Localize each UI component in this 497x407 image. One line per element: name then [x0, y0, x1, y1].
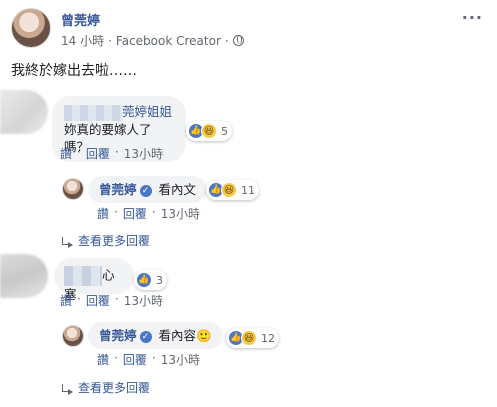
- reply-actions: 讚 · 回覆 · 13小時: [97, 205, 200, 222]
- verified-icon: ✓: [139, 184, 152, 197]
- comment-actions: 讚 · 回覆 · 13小時: [60, 145, 163, 162]
- more-replies-label[interactable]: 查看更多回覆: [78, 232, 150, 249]
- reply-link[interactable]: 回覆: [86, 145, 110, 162]
- verified-icon: ✓: [139, 330, 152, 343]
- reply-avatar[interactable]: [62, 325, 84, 347]
- reply-link[interactable]: 回覆: [86, 292, 110, 309]
- comment-time[interactable]: 13小時: [124, 292, 163, 309]
- reply-actions: 讚 · 回覆 · 13小時: [97, 351, 200, 368]
- reply-link[interactable]: 回覆: [123, 205, 147, 222]
- redacted-name: [64, 266, 102, 286]
- commenter-avatar[interactable]: [0, 90, 48, 134]
- like-link[interactable]: 讚: [60, 145, 72, 162]
- reply-text: 看內容: [158, 328, 197, 343]
- commenter-avatar[interactable]: [0, 254, 48, 298]
- comment-reactions[interactable]: 👍 3: [134, 270, 167, 290]
- reply-arrow-icon: [62, 383, 73, 395]
- like-link[interactable]: 讚: [60, 292, 72, 309]
- redacted-name: [64, 104, 122, 121]
- comment-bubble: 心塞: [54, 258, 134, 302]
- reply-avatar[interactable]: [62, 178, 84, 200]
- more-replies-link[interactable]: 查看更多回覆: [62, 379, 150, 396]
- haha-icon: 😆: [241, 330, 257, 346]
- reply-reactions[interactable]: 👍 😆 11: [206, 180, 259, 200]
- like-link[interactable]: 讚: [97, 205, 109, 222]
- smile-emoji-icon: 🙂: [196, 328, 212, 343]
- reply-bubble: 曾莞婷 ✓ 看內容🙂: [88, 322, 223, 349]
- reply-time[interactable]: 13小時: [161, 351, 200, 368]
- reply-link[interactable]: 回覆: [123, 351, 147, 368]
- post-text: 我終於嫁出去啦……: [11, 63, 137, 79]
- post-source[interactable]: Facebook Creator: [116, 34, 221, 48]
- reaction-count: 3: [156, 273, 163, 287]
- post-time[interactable]: 14 小時: [61, 32, 104, 49]
- poster-avatar[interactable]: [11, 8, 51, 48]
- poster-name[interactable]: 曾莞婷: [61, 10, 100, 29]
- comment-reactions[interactable]: 👍 😆 5: [186, 121, 232, 141]
- more-replies-link[interactable]: 查看更多回覆: [62, 232, 150, 249]
- like-link[interactable]: 讚: [97, 351, 109, 368]
- haha-icon: 😆: [221, 182, 237, 198]
- reaction-count: 12: [261, 331, 275, 345]
- meta-dot: ·: [108, 33, 112, 48]
- comment-time[interactable]: 13小時: [124, 145, 163, 162]
- reply-arrow-icon: [62, 236, 73, 248]
- reply-time[interactable]: 13小時: [161, 205, 200, 222]
- reply-author[interactable]: 曾莞婷: [99, 328, 137, 343]
- haha-icon: 😆: [201, 123, 217, 139]
- commenter-name[interactable]: 莞婷姐姐: [122, 104, 172, 119]
- reaction-count: 11: [241, 183, 255, 197]
- reply-bubble: 曾莞婷 ✓ 看內文: [88, 176, 208, 203]
- post-meta: 14 小時 · Facebook Creator ·: [61, 32, 244, 49]
- reply-text: 看內文: [158, 182, 197, 197]
- reply-author[interactable]: 曾莞婷: [99, 182, 137, 197]
- more-replies-label[interactable]: 查看更多回覆: [78, 379, 150, 396]
- globe-icon[interactable]: [232, 35, 244, 46]
- reaction-count: 5: [221, 124, 228, 138]
- more-options-button[interactable]: ···: [462, 8, 483, 27]
- like-icon: 👍: [136, 272, 152, 288]
- reply-reactions[interactable]: 👍 😆 12: [226, 328, 279, 348]
- comment-actions: 讚 · 回覆 · 13小時: [60, 292, 163, 309]
- meta-dot: ·: [224, 33, 229, 48]
